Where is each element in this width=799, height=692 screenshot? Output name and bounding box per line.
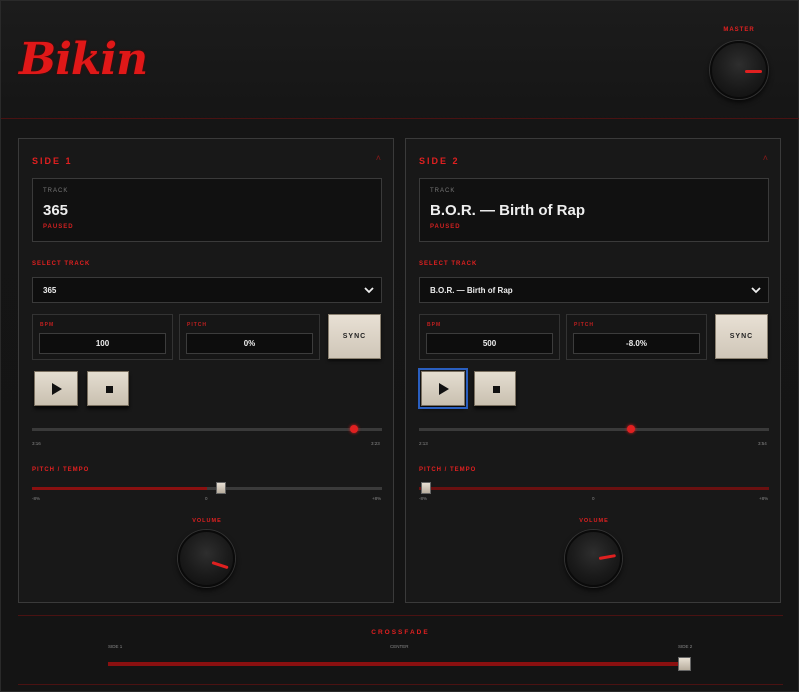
pitch-max-label: +8% [759, 496, 769, 501]
crossfade-title: CROSSFADE [371, 629, 430, 636]
collapse-icon[interactable]: ˄ [376, 153, 381, 163]
track-label: TRACK [43, 188, 69, 194]
play-icon [52, 383, 62, 395]
time-total: 3:23 [371, 441, 380, 446]
select-track-label: SELECT TRACK [419, 261, 478, 267]
deck-title: SIDE 2 [419, 156, 460, 166]
dj-app: Bikin MASTER SIDE 1 ˄ TRACK 365 PAUSED S… [0, 0, 799, 692]
sync-button[interactable]: SYNC [328, 314, 381, 359]
header: Bikin MASTER [1, 1, 799, 119]
position-handle[interactable] [627, 425, 635, 433]
master-knob-indicator [745, 70, 762, 73]
bpm-field[interactable]: 100 [39, 333, 166, 354]
chevron-down-icon [364, 287, 374, 294]
pitch-mid-label: 0 [205, 496, 208, 501]
play-button[interactable] [34, 371, 78, 406]
bpm-field[interactable]: 500 [426, 333, 553, 354]
stop-icon [493, 386, 500, 393]
track-select[interactable]: 365 [32, 277, 382, 303]
time-elapsed: 2:13 [419, 441, 428, 446]
track-display: TRACK 365 PAUSED [32, 178, 382, 242]
volume-knob[interactable] [178, 530, 235, 587]
volume-knob[interactable] [565, 530, 622, 587]
bpm-box: BPM 500 [419, 314, 560, 360]
pitch-min-label: -8% [32, 496, 41, 501]
app-logo: Bikin [19, 34, 148, 85]
track-status: PAUSED [430, 224, 461, 230]
pitch-tempo-slider[interactable] [419, 482, 769, 494]
pitch-tempo-thumb[interactable] [216, 482, 226, 494]
stop-icon [106, 386, 113, 393]
bpm-label: BPM [427, 322, 442, 328]
pitch-field[interactable]: 0% [186, 333, 313, 354]
crossfade-left-label: SIDE 1 [108, 644, 123, 649]
time-elapsed: 3:16 [32, 441, 41, 446]
position-slider[interactable] [419, 425, 769, 433]
play-button[interactable] [418, 368, 468, 409]
track-select-value: 365 [43, 286, 57, 295]
stop-button[interactable] [87, 371, 129, 406]
crossfade-center-label: CENTER [390, 644, 409, 649]
pitch-box: PITCH 0% [179, 314, 320, 360]
pitch-tempo-slider[interactable] [32, 482, 382, 494]
pitch-mid-label: 0 [592, 496, 595, 501]
crossfade-thumb[interactable] [678, 657, 691, 671]
crossfade-right-label: SIDE 2 [678, 644, 693, 649]
master-label: MASTER [723, 27, 755, 33]
track-select-value: B.O.R. — Birth of Rap [430, 286, 513, 295]
pitch-min-label: -8% [419, 496, 428, 501]
bpm-box: BPM 100 [32, 314, 173, 360]
track-name: 365 [43, 202, 69, 219]
track-name: B.O.R. — Birth of Rap [430, 202, 585, 219]
play-icon [439, 383, 449, 395]
crossfade-slider[interactable] [108, 657, 691, 671]
sync-button[interactable]: SYNC [715, 314, 768, 359]
time-total: 3:54 [758, 441, 767, 446]
deck-side-1: SIDE 1 ˄ TRACK 365 PAUSED SELECT TRACK 3… [18, 138, 394, 603]
bpm-label: BPM [40, 322, 55, 328]
master-knob[interactable] [710, 41, 768, 99]
pitch-tempo-label: PITCH / TEMPO [32, 467, 90, 473]
crossfade-section: CROSSFADE SIDE 1 CENTER SIDE 2 [18, 615, 783, 685]
volume-label: VOLUME [192, 518, 222, 524]
collapse-icon[interactable]: ˄ [763, 153, 768, 163]
pitch-label: PITCH [574, 322, 594, 328]
crossfade-fill [108, 662, 684, 666]
pitch-box: PITCH -8.0% [566, 314, 707, 360]
pitch-tempo-thumb[interactable] [421, 482, 431, 494]
pitch-tempo-label: PITCH / TEMPO [419, 467, 477, 473]
stop-button[interactable] [474, 371, 516, 406]
pitch-tempo-fill [32, 487, 207, 490]
volume-knob-indicator [211, 561, 229, 570]
pitch-label: PITCH [187, 322, 207, 328]
position-handle[interactable] [350, 425, 358, 433]
chevron-down-icon [751, 287, 761, 294]
volume-label: VOLUME [579, 518, 609, 524]
deck-title: SIDE 1 [32, 156, 73, 166]
track-select[interactable]: B.O.R. — Birth of Rap [419, 277, 769, 303]
track-display: TRACK B.O.R. — Birth of Rap PAUSED [419, 178, 769, 242]
deck-side-2: SIDE 2 ˄ TRACK B.O.R. — Birth of Rap PAU… [405, 138, 781, 603]
pitch-max-label: +8% [372, 496, 382, 501]
position-slider[interactable] [32, 425, 382, 433]
track-label: TRACK [430, 188, 456, 194]
track-status: PAUSED [43, 224, 74, 230]
select-track-label: SELECT TRACK [32, 261, 91, 267]
pitch-field[interactable]: -8.0% [573, 333, 700, 354]
volume-knob-indicator [598, 554, 617, 560]
